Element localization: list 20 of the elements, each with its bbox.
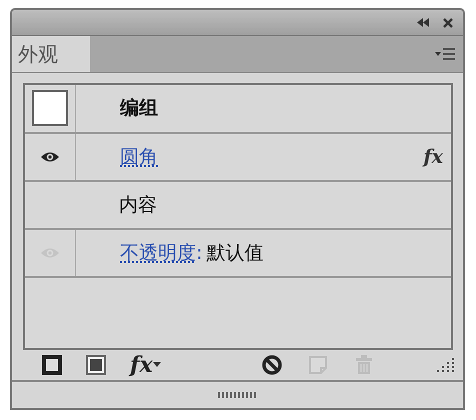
- clear-button[interactable]: [260, 354, 283, 376]
- effects-button[interactable]: fx: [130, 352, 161, 378]
- opacity-value: 默认值: [206, 240, 264, 266]
- eye-icon[interactable]: [40, 150, 60, 163]
- menu-icon[interactable]: [435, 48, 455, 60]
- resize-grip-icon[interactable]: [435, 356, 455, 373]
- thumbnail-swatch: [32, 90, 68, 126]
- collapse-icon[interactable]: [417, 18, 429, 28]
- effect-link[interactable]: 圆角: [120, 144, 158, 170]
- group-title: 编组: [120, 96, 158, 122]
- drag-handle-icon[interactable]: [218, 392, 258, 398]
- close-icon[interactable]: [443, 18, 453, 28]
- separator-label: :: [196, 242, 202, 264]
- effect-label: fx: [423, 146, 443, 168]
- add-fill-button[interactable]: [86, 354, 106, 375]
- panel-tab[interactable]: 外观: [12, 36, 90, 72]
- add-stroke-button[interactable]: [42, 354, 62, 375]
- opacity-link[interactable]: 不透明度: [120, 240, 196, 266]
- contents-label: 内容: [119, 192, 157, 218]
- caret-icon: [152, 362, 161, 368]
